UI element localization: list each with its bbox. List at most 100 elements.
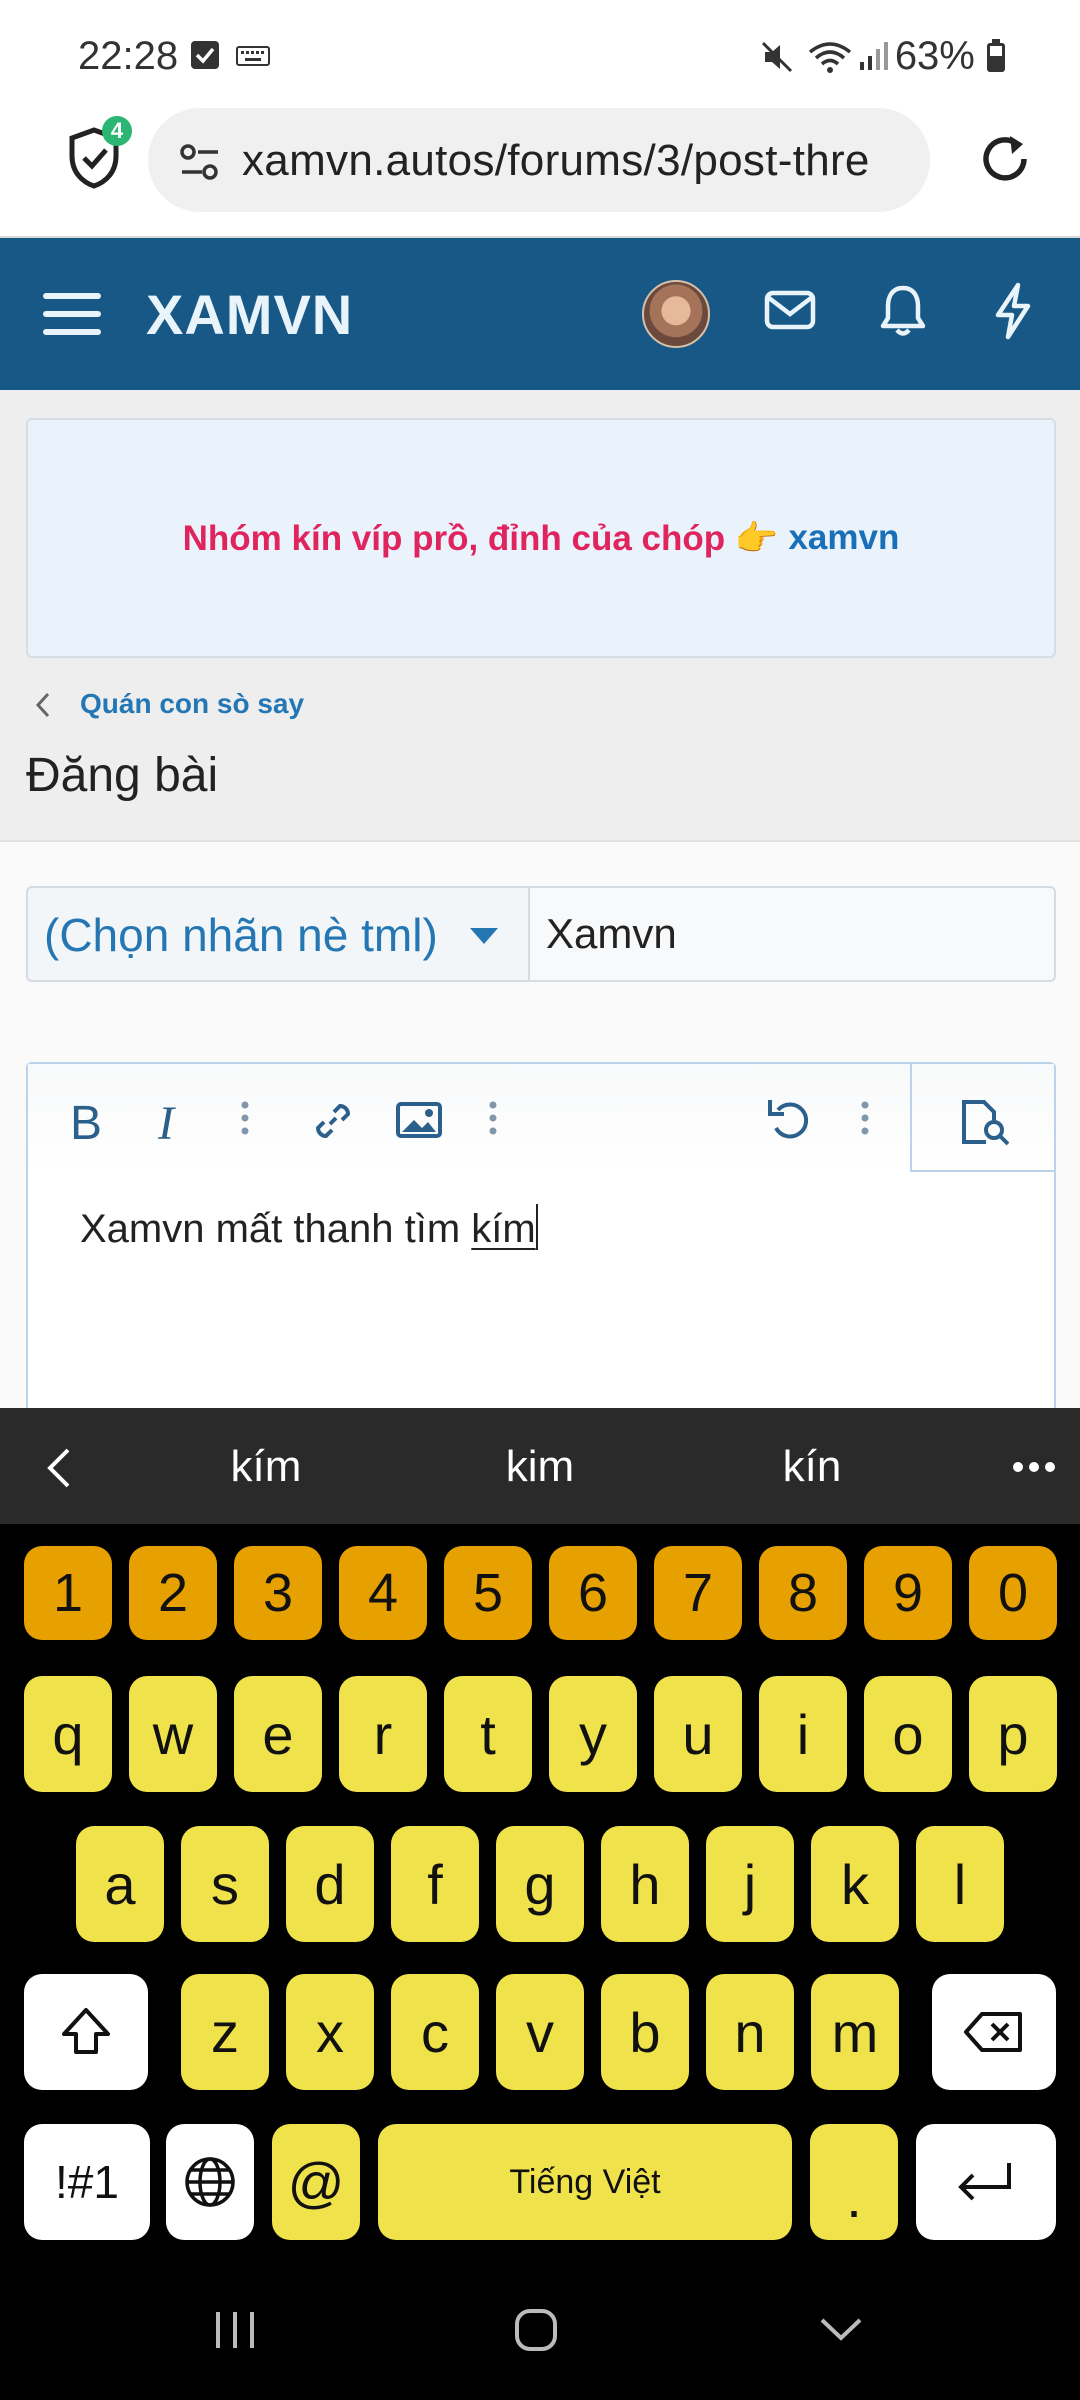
- more-options-icon[interactable]: [860, 1100, 870, 1141]
- site-logo[interactable]: XAMVN: [146, 282, 353, 347]
- prefix-select[interactable]: (Chọn nhãn nè tml): [26, 886, 530, 982]
- menu-icon[interactable]: [42, 290, 102, 343]
- url-field[interactable]: xamvn.autos/forums/3/post-thre: [148, 108, 930, 212]
- key-g[interactable]: g: [496, 1826, 584, 1942]
- message-editor[interactable]: B I Xamvn mất thanh tìm kím: [26, 1062, 1056, 1422]
- key-1[interactable]: 1: [24, 1546, 112, 1640]
- suggestion-3[interactable]: kín: [712, 1442, 912, 1492]
- key-h[interactable]: h: [601, 1826, 689, 1942]
- key-z[interactable]: z: [181, 1974, 269, 2090]
- thread-title-value: Xamvn: [546, 910, 677, 957]
- toolbar-divider-bottom: [910, 1170, 1054, 1172]
- notice-link[interactable]: xamvn: [788, 518, 899, 558]
- mute-icon: [760, 40, 794, 79]
- key-k[interactable]: k: [811, 1826, 899, 1942]
- recents-icon[interactable]: [212, 2310, 258, 2355]
- lightning-icon[interactable]: [990, 282, 1036, 345]
- key-3[interactable]: 3: [234, 1546, 322, 1640]
- more-icon[interactable]: [1012, 1438, 1056, 1483]
- battery-icon: [987, 39, 1005, 72]
- wifi-icon: [808, 40, 852, 79]
- shift-key[interactable]: [24, 1974, 148, 2090]
- key-6[interactable]: 6: [549, 1546, 637, 1640]
- prefix-select-value: (Chọn nhãn nè tml): [44, 909, 438, 961]
- chevron-left-icon: [32, 690, 54, 725]
- period-key[interactable]: .: [810, 2124, 898, 2240]
- avatar[interactable]: [642, 280, 710, 348]
- image-icon[interactable]: [396, 1102, 442, 1143]
- key-b[interactable]: b: [601, 1974, 689, 2090]
- key-f[interactable]: f: [391, 1826, 479, 1942]
- key-q[interactable]: q: [24, 1676, 112, 1792]
- bell-icon[interactable]: [878, 282, 928, 343]
- enter-icon: [958, 2163, 1011, 2201]
- key-y[interactable]: y: [549, 1676, 637, 1792]
- key-5[interactable]: 5: [444, 1546, 532, 1640]
- chevron-left-icon[interactable]: [44, 1446, 74, 1495]
- at-key[interactable]: @: [272, 2124, 360, 2240]
- status-time: 22:28: [78, 34, 179, 78]
- key-4[interactable]: 4: [339, 1546, 427, 1640]
- key-s[interactable]: s: [181, 1826, 269, 1942]
- symbols-key[interactable]: !#1: [24, 2124, 150, 2240]
- key-2[interactable]: 2: [129, 1546, 217, 1640]
- space-key[interactable]: Tiếng Việt: [378, 2124, 792, 2240]
- key-0[interactable]: 0: [969, 1546, 1057, 1640]
- key-c[interactable]: c: [391, 1974, 479, 2090]
- key-8[interactable]: 8: [759, 1546, 847, 1640]
- caret-down-icon: [470, 928, 498, 944]
- site-settings-icon[interactable]: [178, 142, 222, 187]
- suggestion-2[interactable]: kim: [440, 1442, 640, 1492]
- italic-icon[interactable]: I: [158, 1096, 174, 1151]
- backspace-key[interactable]: [932, 1974, 1056, 2090]
- preview-icon[interactable]: [960, 1098, 1012, 1151]
- post-form: (Chọn nhãn nè tml) Xamvn B I Xamvn mất t…: [0, 840, 1080, 1422]
- bold-icon[interactable]: B: [70, 1096, 102, 1151]
- key-l[interactable]: l: [916, 1826, 1004, 1942]
- key-n[interactable]: n: [706, 1974, 794, 2090]
- enter-key[interactable]: [916, 2124, 1056, 2240]
- key-9[interactable]: 9: [864, 1546, 952, 1640]
- key-i[interactable]: i: [759, 1676, 847, 1792]
- language-key[interactable]: [166, 2124, 254, 2240]
- notice-message: Nhóm kín víp prồ, đỉnh của chóp 👉: [182, 518, 779, 558]
- back-icon[interactable]: [818, 2314, 864, 2349]
- undo-icon[interactable]: [766, 1096, 814, 1147]
- key-v[interactable]: v: [496, 1974, 584, 2090]
- home-icon[interactable]: [514, 2308, 558, 2357]
- thread-title-input[interactable]: Xamvn: [530, 886, 1056, 982]
- screen: 22:28 63% 4 xamvn.autos/forums/3/post-th…: [0, 0, 1080, 2400]
- key-a[interactable]: a: [76, 1826, 164, 1942]
- site-header: XAMVN: [0, 236, 1080, 390]
- suggestion-1[interactable]: kím: [166, 1442, 366, 1492]
- key-m[interactable]: m: [811, 1974, 899, 2090]
- globe-icon: [185, 2157, 235, 2207]
- mail-icon[interactable]: [764, 288, 816, 337]
- backspace-icon: [964, 2012, 1022, 2052]
- keyboard-icon: [236, 46, 270, 71]
- more-insert-icon[interactable]: [488, 1100, 498, 1141]
- keyboard: 1 2 3 4 5 6 7 8 9 0 q w e r t y u i o p …: [0, 1524, 1080, 2260]
- key-7[interactable]: 7: [654, 1546, 742, 1640]
- key-p[interactable]: p: [969, 1676, 1057, 1792]
- editor-content[interactable]: Xamvn mất thanh tìm kím: [80, 1204, 538, 1252]
- content-area: Nhóm kín víp prồ, đỉnh của chóp 👉 xamvn …: [0, 390, 1080, 840]
- breadcrumb[interactable]: Quán con sò say: [80, 688, 304, 720]
- key-u[interactable]: u: [654, 1676, 742, 1792]
- system-nav-bar: [0, 2260, 1080, 2400]
- reload-icon[interactable]: [976, 130, 1034, 193]
- key-o[interactable]: o: [864, 1676, 952, 1792]
- key-j[interactable]: j: [706, 1826, 794, 1942]
- editor-text: Xamvn mất thanh tìm: [80, 1207, 472, 1251]
- checkbox-notification-icon: [190, 40, 220, 75]
- link-icon[interactable]: [310, 1098, 356, 1149]
- key-e[interactable]: e: [234, 1676, 322, 1792]
- composing-word: kím: [471, 1207, 536, 1251]
- more-text-icon[interactable]: [240, 1100, 250, 1141]
- key-t[interactable]: t: [444, 1676, 532, 1792]
- browser-url-bar: 4 xamvn.autos/forums/3/post-thre: [0, 100, 1080, 236]
- key-x[interactable]: x: [286, 1974, 374, 2090]
- key-r[interactable]: r: [339, 1676, 427, 1792]
- key-w[interactable]: w: [129, 1676, 217, 1792]
- key-d[interactable]: d: [286, 1826, 374, 1942]
